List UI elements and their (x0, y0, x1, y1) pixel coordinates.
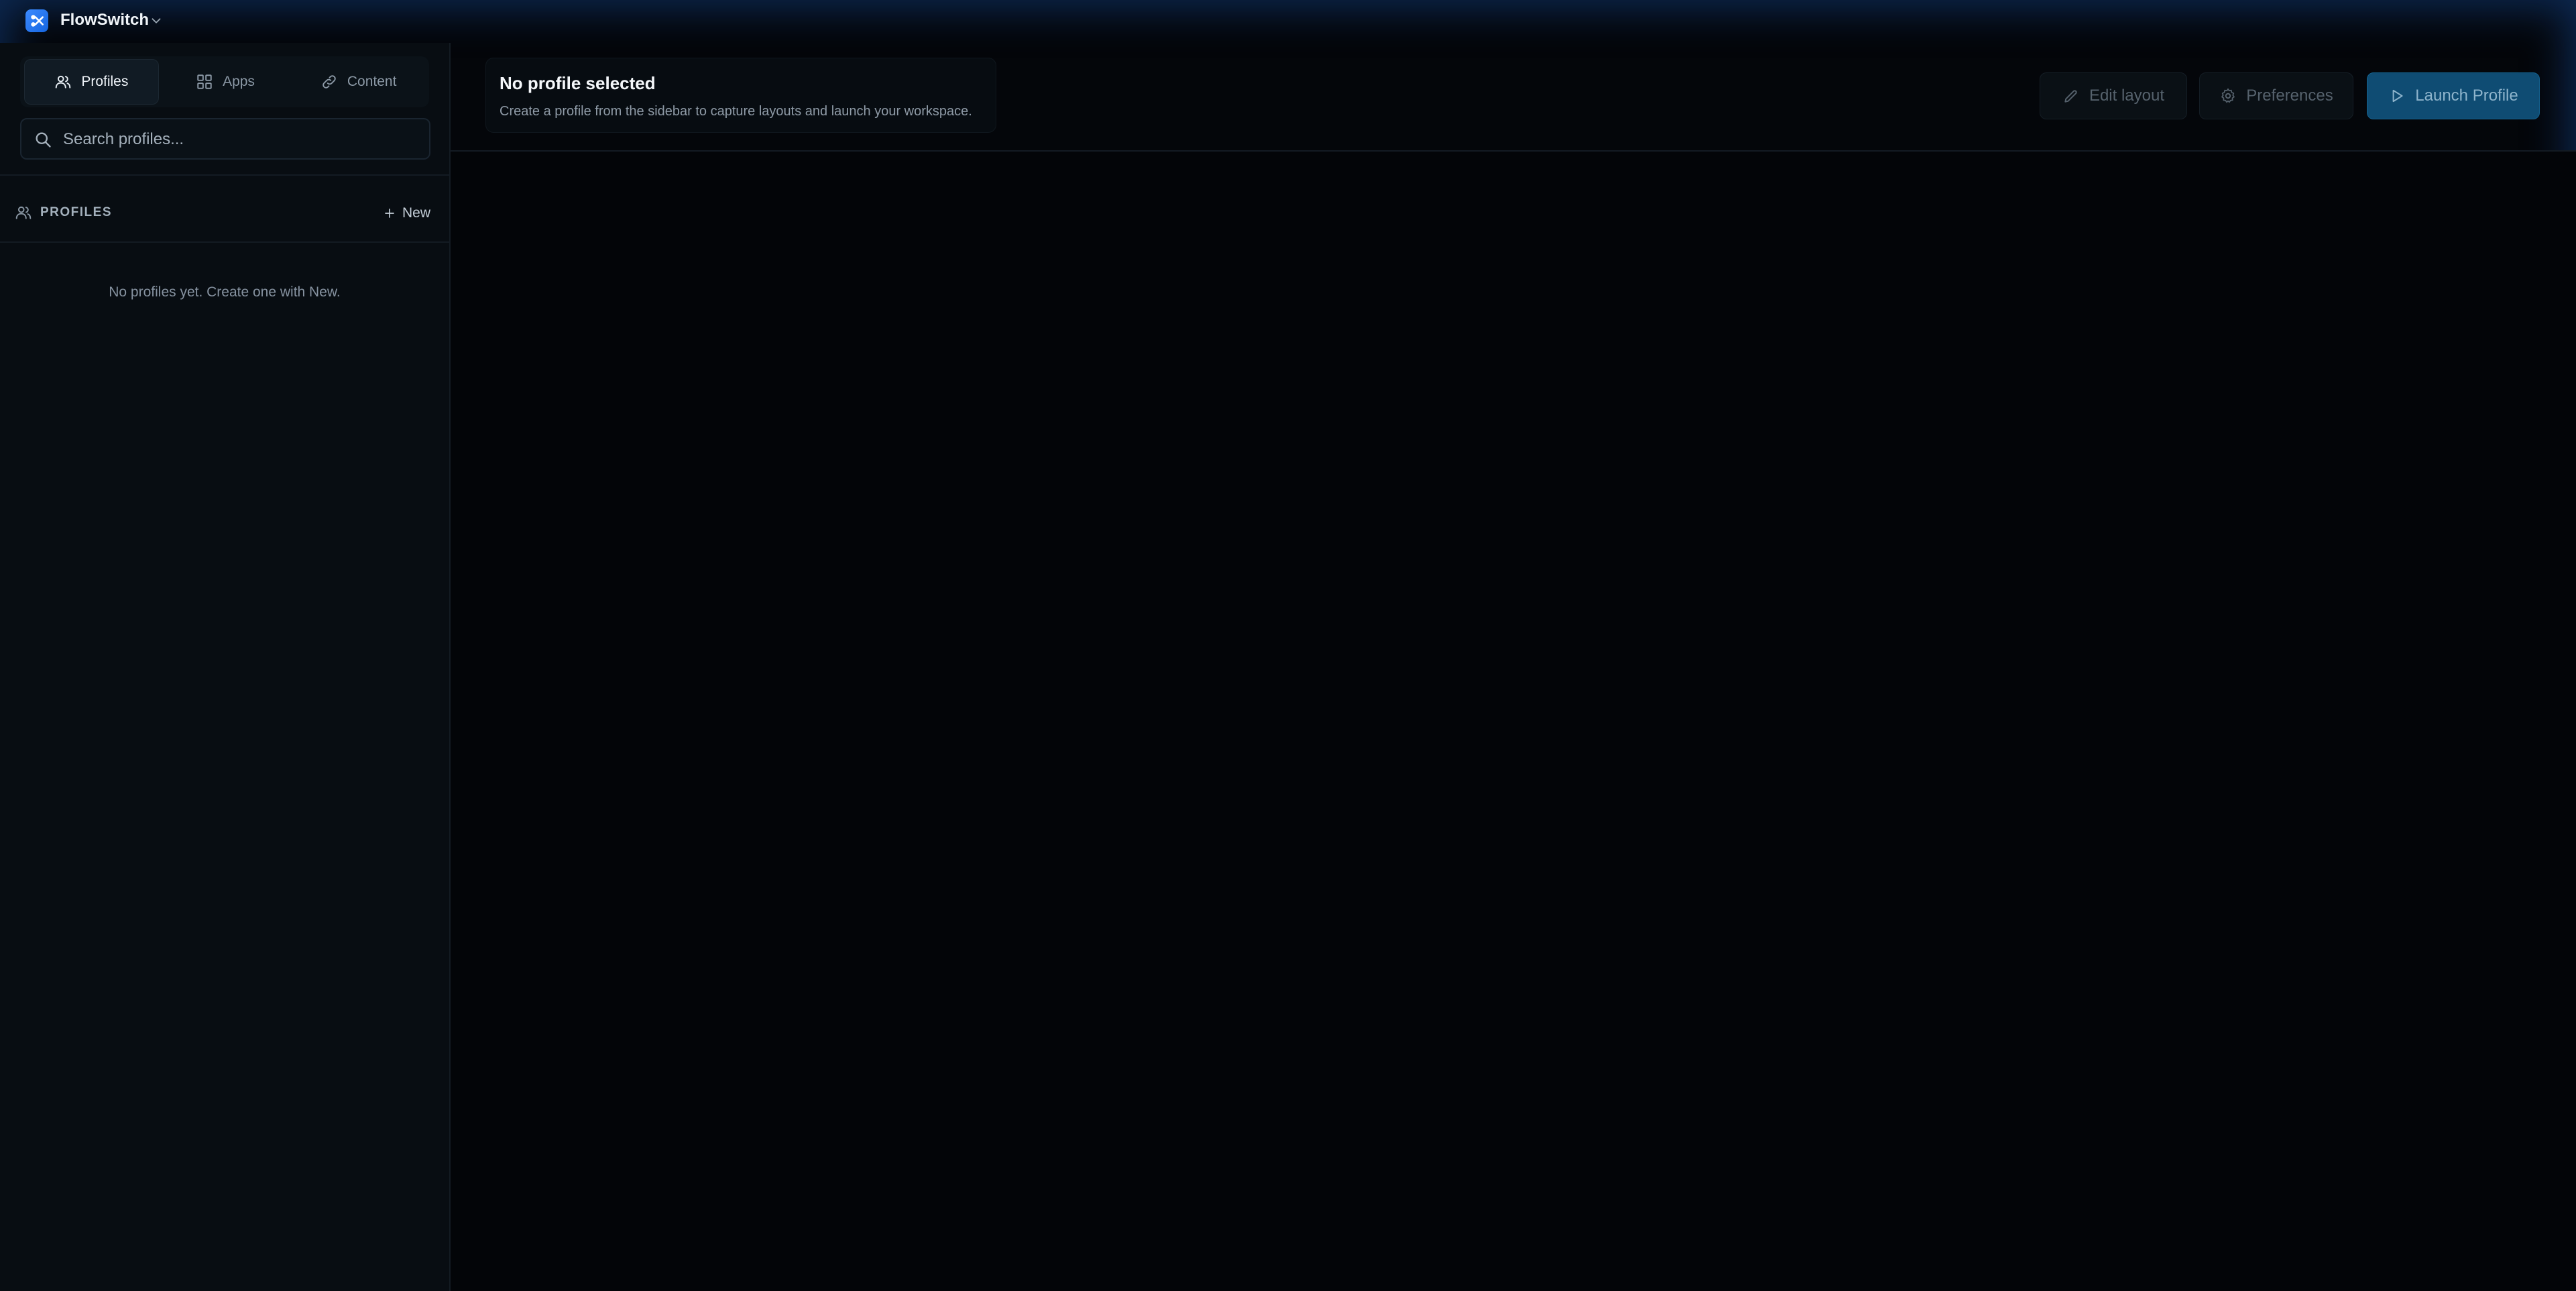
preferences-button[interactable]: Preferences (2199, 72, 2353, 119)
app-title[interactable]: FlowSwitch (60, 11, 149, 30)
gear-icon (2221, 88, 2235, 103)
main-header: No profile selected Create a profile fro… (451, 43, 2576, 152)
tab-apps-label: Apps (223, 74, 255, 89)
tab-profiles-label: Profiles (81, 74, 129, 89)
play-icon (2392, 89, 2403, 103)
flowswitch-logo-icon (31, 15, 44, 27)
edit-layout-button[interactable]: Edit layout (2040, 72, 2187, 119)
divider (0, 241, 449, 243)
main-content-area (451, 152, 2576, 1291)
tab-apps[interactable]: Apps (159, 60, 292, 104)
users-icon (15, 206, 32, 219)
profiles-section-label: PROFILES (40, 205, 113, 219)
empty-profiles-message: No profiles yet. Create one with New. (109, 284, 341, 300)
plus-icon (385, 209, 394, 218)
page-title: No profile selected (500, 73, 656, 93)
profile-info-card: No profile selected Create a profile fro… (485, 58, 996, 133)
pencil-icon (2064, 90, 2077, 103)
title-bar: FlowSwitch (0, 0, 2576, 43)
search-icon (36, 132, 51, 148)
profiles-section-header: PROFILES New (15, 201, 430, 225)
app-logo (25, 9, 48, 32)
users-icon (56, 75, 71, 89)
tab-content-label: Content (347, 74, 397, 89)
new-profile-label: New (402, 205, 430, 221)
launch-profile-label: Launch Profile (2415, 87, 2518, 105)
app-window: FlowSwitch Profiles Apps Content Search … (0, 0, 2576, 1291)
grid-icon (197, 74, 212, 89)
divider (0, 174, 449, 176)
sidebar-tabs: Profiles Apps Content (20, 56, 429, 107)
link-icon (323, 75, 336, 89)
page-subtitle: Create a profile from the sidebar to cap… (500, 104, 972, 119)
chevron-down-icon[interactable] (149, 13, 164, 28)
new-profile-button[interactable]: New (384, 201, 430, 225)
tab-content[interactable]: Content (292, 60, 425, 104)
search-input[interactable] (62, 119, 420, 160)
preferences-label: Preferences (2246, 87, 2333, 105)
launch-profile-button[interactable]: Launch Profile (2367, 72, 2540, 119)
edit-layout-label: Edit layout (2089, 87, 2165, 105)
tab-profiles[interactable]: Profiles (24, 59, 159, 105)
sidebar: Profiles Apps Content Search profiles...… (0, 43, 451, 1291)
search-box[interactable] (20, 118, 430, 160)
